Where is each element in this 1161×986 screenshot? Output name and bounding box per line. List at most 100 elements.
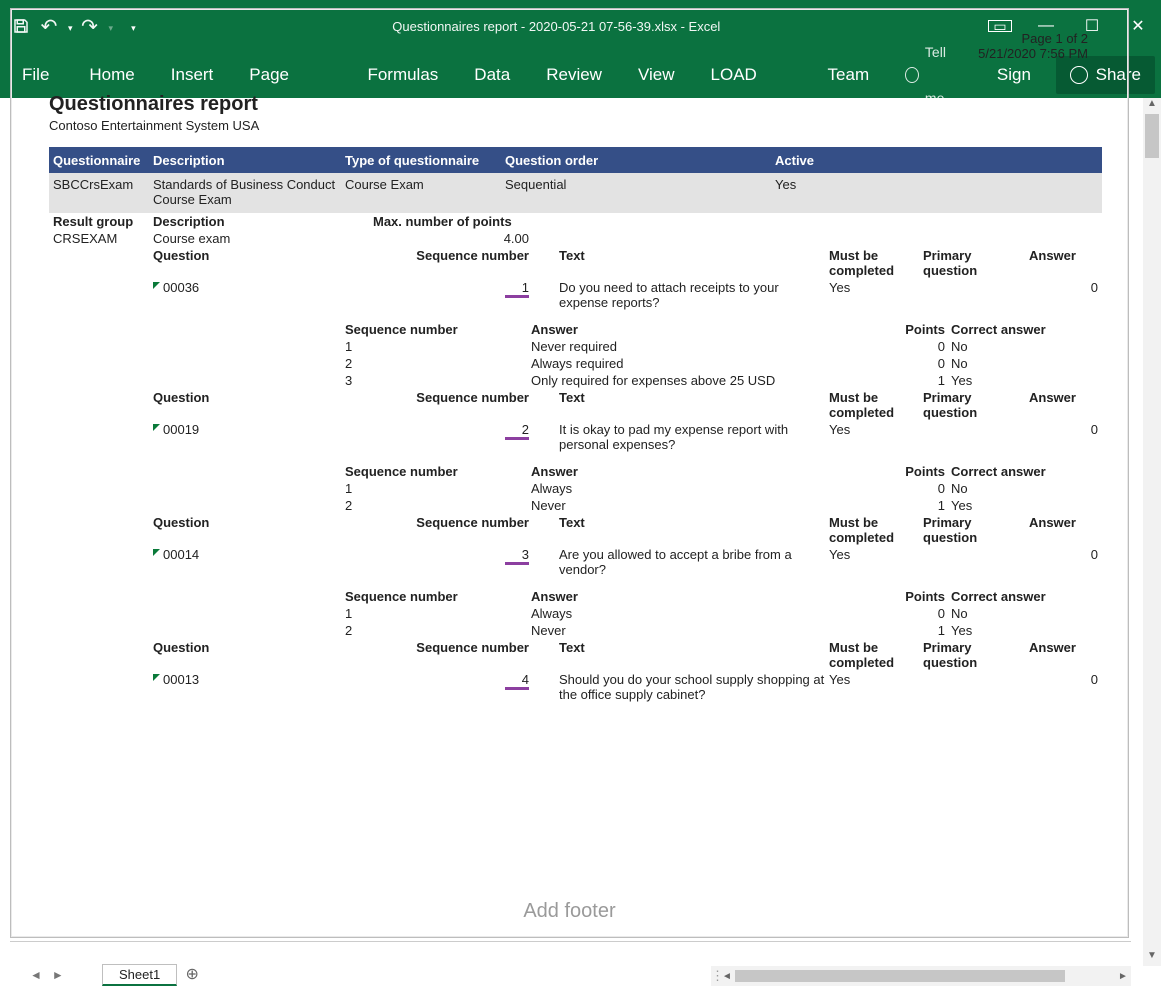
answer-seq: 1 (345, 481, 507, 496)
answer-text: Only required for expenses above 25 USD (531, 373, 801, 388)
question-row: 000361Do you need to attach receipts to … (49, 279, 1102, 311)
question-seq: 3 (505, 547, 529, 565)
answer-seq: 2 (345, 356, 507, 371)
label-correct-answer: Correct answer (945, 589, 1046, 604)
page-header-right: Page 1 of 2 5/21/2020 7:56 PM (978, 31, 1088, 61)
label-primary-question: Primary question (923, 390, 1029, 420)
label-sequence-number: Sequence number (373, 640, 535, 670)
questionnaire-order: Sequential (505, 177, 775, 207)
answer-points: 0 (895, 356, 945, 371)
answer-row: 1Never required0No (49, 338, 1102, 355)
col-active: Active (775, 153, 855, 168)
label-question: Question (153, 390, 345, 420)
label-sequence-number: Sequence number (345, 589, 507, 604)
scroll-up-icon[interactable]: ▲ (1143, 98, 1161, 114)
answer-row: 2Never1Yes (49, 622, 1102, 639)
answer-text: Never required (531, 339, 801, 354)
answer-correct: Yes (945, 498, 972, 513)
label-primary-question: Primary question (923, 515, 1029, 545)
answer-row: 1Always0No (49, 605, 1102, 622)
answer-seq: 2 (345, 623, 507, 638)
label-primary-question: Primary question (923, 640, 1029, 670)
questionnaire-active: Yes (775, 177, 855, 207)
answer-seq: 1 (345, 606, 507, 621)
question-id: 00019 (153, 422, 199, 437)
question-header: QuestionSequence numberTextMust be compl… (49, 514, 1102, 546)
label-points: Points (895, 589, 945, 604)
label-answer: Answer (531, 322, 801, 337)
label-correct-answer: Correct answer (945, 322, 1046, 337)
add-sheet-button[interactable]: ⊕ (177, 962, 207, 986)
answer-points: 1 (895, 623, 945, 638)
hscroll-thumb[interactable] (735, 970, 1065, 982)
sheet-prev-icon[interactable]: ◄ (30, 968, 42, 982)
question-must: Yes (829, 422, 923, 452)
label-description: Description (153, 214, 345, 229)
question-header: QuestionSequence numberTextMust be compl… (49, 247, 1102, 279)
add-footer-prompt[interactable]: Add footer (11, 900, 1128, 923)
label-answer: Answer (531, 464, 801, 479)
print-preview-page: Page 1 of 2 5/21/2020 7:56 PM Questionna… (10, 8, 1129, 938)
sheet-tab-sheet1[interactable]: Sheet1 (102, 964, 177, 986)
label-answer: Answer (1029, 248, 1102, 278)
hscroll-right-icon[interactable]: ► (1115, 971, 1131, 982)
label-sequence-number: Sequence number (373, 390, 535, 420)
result-group-id: CRSEXAM (49, 231, 153, 246)
col-type: Type of questionnaire (345, 153, 505, 168)
answer-correct: No (945, 339, 968, 354)
answer-row: 1Always0No (49, 480, 1102, 497)
label-sequence-number: Sequence number (373, 515, 535, 545)
question-row: 000192It is okay to pad my expense repor… (49, 421, 1102, 453)
label-points: Points (895, 322, 945, 337)
scroll-thumb[interactable] (1145, 114, 1159, 158)
col-description: Description (153, 153, 345, 168)
label-must-be-completed: Must be completed (829, 390, 923, 420)
question-answer-val: 0 (1029, 547, 1102, 577)
answer-points: 1 (895, 498, 945, 513)
question-id: 00036 (153, 280, 199, 295)
answer-correct: No (945, 606, 968, 621)
label-primary-question: Primary question (923, 248, 1029, 278)
label-answer: Answer (1029, 515, 1102, 545)
answer-header: Sequence numberAnswerPointsCorrect answe… (49, 321, 1102, 338)
question-text: Should you do your school supply shoppin… (559, 672, 829, 702)
label-sequence-number: Sequence number (345, 464, 507, 479)
col-questionnaire: Questionnaire (49, 153, 153, 168)
scroll-down-icon[interactable]: ▼ (1143, 950, 1161, 966)
answer-seq: 3 (345, 373, 507, 388)
hscroll-left-icon[interactable]: ◄ (719, 971, 735, 982)
question-text: Do you need to attach receipts to your e… (559, 280, 829, 310)
label-must-be-completed: Must be completed (829, 515, 923, 545)
hscroll-track[interactable] (735, 969, 1115, 983)
answer-points: 0 (895, 339, 945, 354)
label-sequence-number: Sequence number (373, 248, 535, 278)
sheet-nav: ◄ ► (10, 964, 64, 986)
questionnaire-info-row: SBCCrsExam Standards of Business Conduct… (49, 173, 1102, 213)
vertical-scrollbar[interactable]: ▲ ▼ (1143, 98, 1161, 966)
label-answer: Answer (1029, 390, 1102, 420)
answer-header: Sequence numberAnswerPointsCorrect answe… (49, 463, 1102, 480)
answer-row: 2Always required0No (49, 355, 1102, 372)
answer-text: Never (531, 498, 801, 513)
table-header-row: Questionnaire Description Type of questi… (49, 147, 1102, 173)
scroll-track[interactable] (1143, 114, 1161, 950)
page-indicator: Page 1 of 2 (978, 31, 1088, 46)
question-must: Yes (829, 547, 923, 577)
question-must: Yes (829, 280, 923, 310)
answer-text: Never (531, 623, 801, 638)
label-question: Question (153, 248, 345, 278)
label-must-be-completed: Must be completed (829, 640, 923, 670)
label-answer: Answer (531, 589, 801, 604)
horizontal-scrollbar[interactable]: ⋮ ◄ ► (711, 966, 1131, 986)
answer-text: Always (531, 481, 801, 496)
question-row: 000143Are you allowed to accept a bribe … (49, 546, 1102, 578)
question-seq: 2 (505, 422, 529, 440)
question-header: QuestionSequence numberTextMust be compl… (49, 639, 1102, 671)
sheet-next-icon[interactable]: ► (52, 968, 64, 982)
answer-points: 1 (895, 373, 945, 388)
result-group-desc: Course exam (153, 231, 345, 246)
hscroll-grip-icon[interactable]: ⋮ (711, 968, 719, 984)
result-group-row: CRSEXAM Course exam 4.00 (49, 230, 1102, 247)
answer-correct: No (945, 481, 968, 496)
question-text: Are you allowed to accept a bribe from a… (559, 547, 829, 577)
